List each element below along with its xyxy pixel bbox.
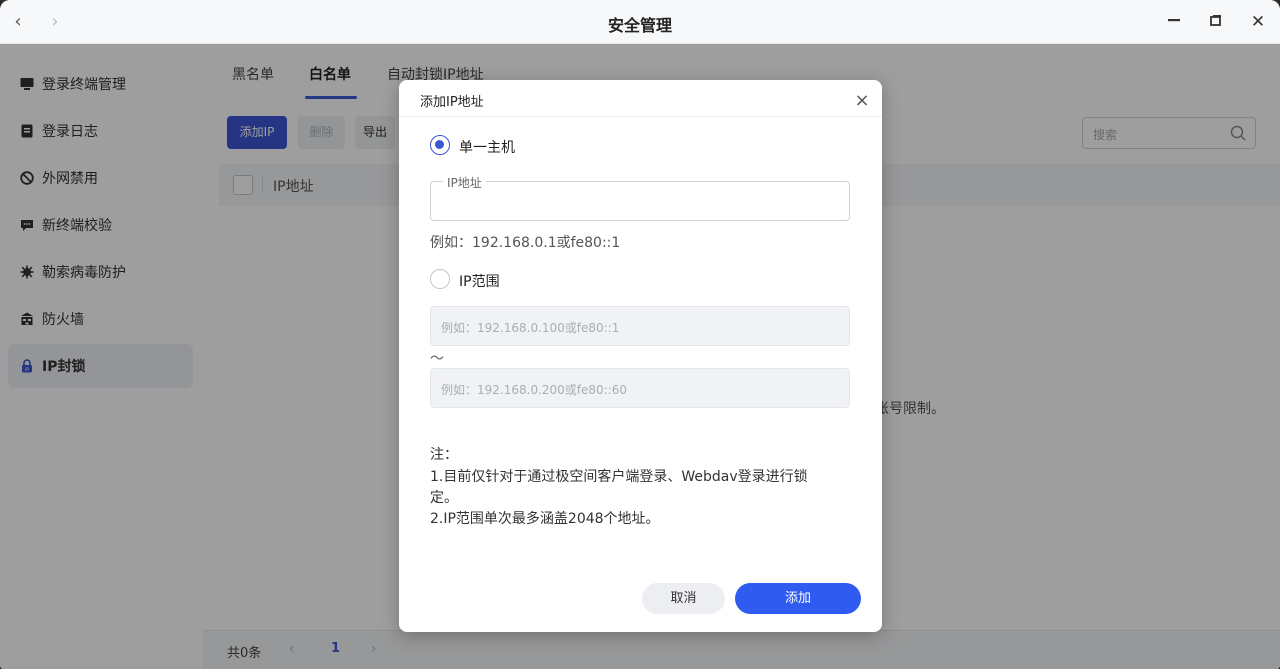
single-host-label: 单一主机	[459, 140, 515, 156]
single-host-radio[interactable]	[430, 135, 450, 155]
close-icon[interactable]: ×	[851, 90, 873, 112]
dialog-title: 添加IP地址	[420, 95, 484, 110]
note-line-1: 1.目前仅针对于通过极空间客户端登录、Webdav登录进行锁	[430, 469, 808, 485]
app-window: ‹ › 安全管理 ✕ 登录终端管理 登录日志 外网禁用 新终端校验 勒索病毒防护…	[0, 0, 1280, 669]
range-end-input[interactable]: 例如：192.168.0.200或fe80::60	[430, 368, 850, 408]
ip-range-radio[interactable]	[430, 269, 450, 289]
ip-address-legend: IP地址	[443, 174, 486, 191]
restore-icon[interactable]	[1204, 10, 1228, 34]
range-start-placeholder: 例如：192.168.0.100或fe80::1	[441, 321, 620, 335]
single-host-hint: 例如：192.168.0.1或fe80::1	[430, 235, 621, 251]
note-line-1-cont: 定。	[430, 490, 458, 506]
dialog-divider	[399, 116, 882, 117]
range-start-input[interactable]: 例如：192.168.0.100或fe80::1	[430, 306, 850, 346]
title-bar: ‹ › 安全管理 ✕	[0, 0, 1280, 44]
add-button[interactable]: 添加	[735, 583, 861, 614]
add-ip-dialog: 添加IP地址 × 单一主机 IP地址 例如：192.168.0.1或fe80::…	[399, 80, 882, 632]
close-icon[interactable]: ✕	[1246, 10, 1270, 34]
range-end-placeholder: 例如：192.168.0.200或fe80::60	[441, 383, 628, 397]
note-line-2: 2.IP范围单次最多涵盖2048个地址。	[430, 511, 660, 527]
note-title: 注：	[430, 447, 458, 463]
cancel-button[interactable]: 取消	[642, 583, 725, 614]
ip-range-label: IP范围	[459, 274, 500, 290]
window-title: 安全管理	[607, 16, 672, 35]
range-separator: ～	[430, 351, 444, 367]
ip-address-input[interactable]: IP地址	[430, 174, 850, 221]
minimize-icon[interactable]	[1162, 10, 1186, 34]
